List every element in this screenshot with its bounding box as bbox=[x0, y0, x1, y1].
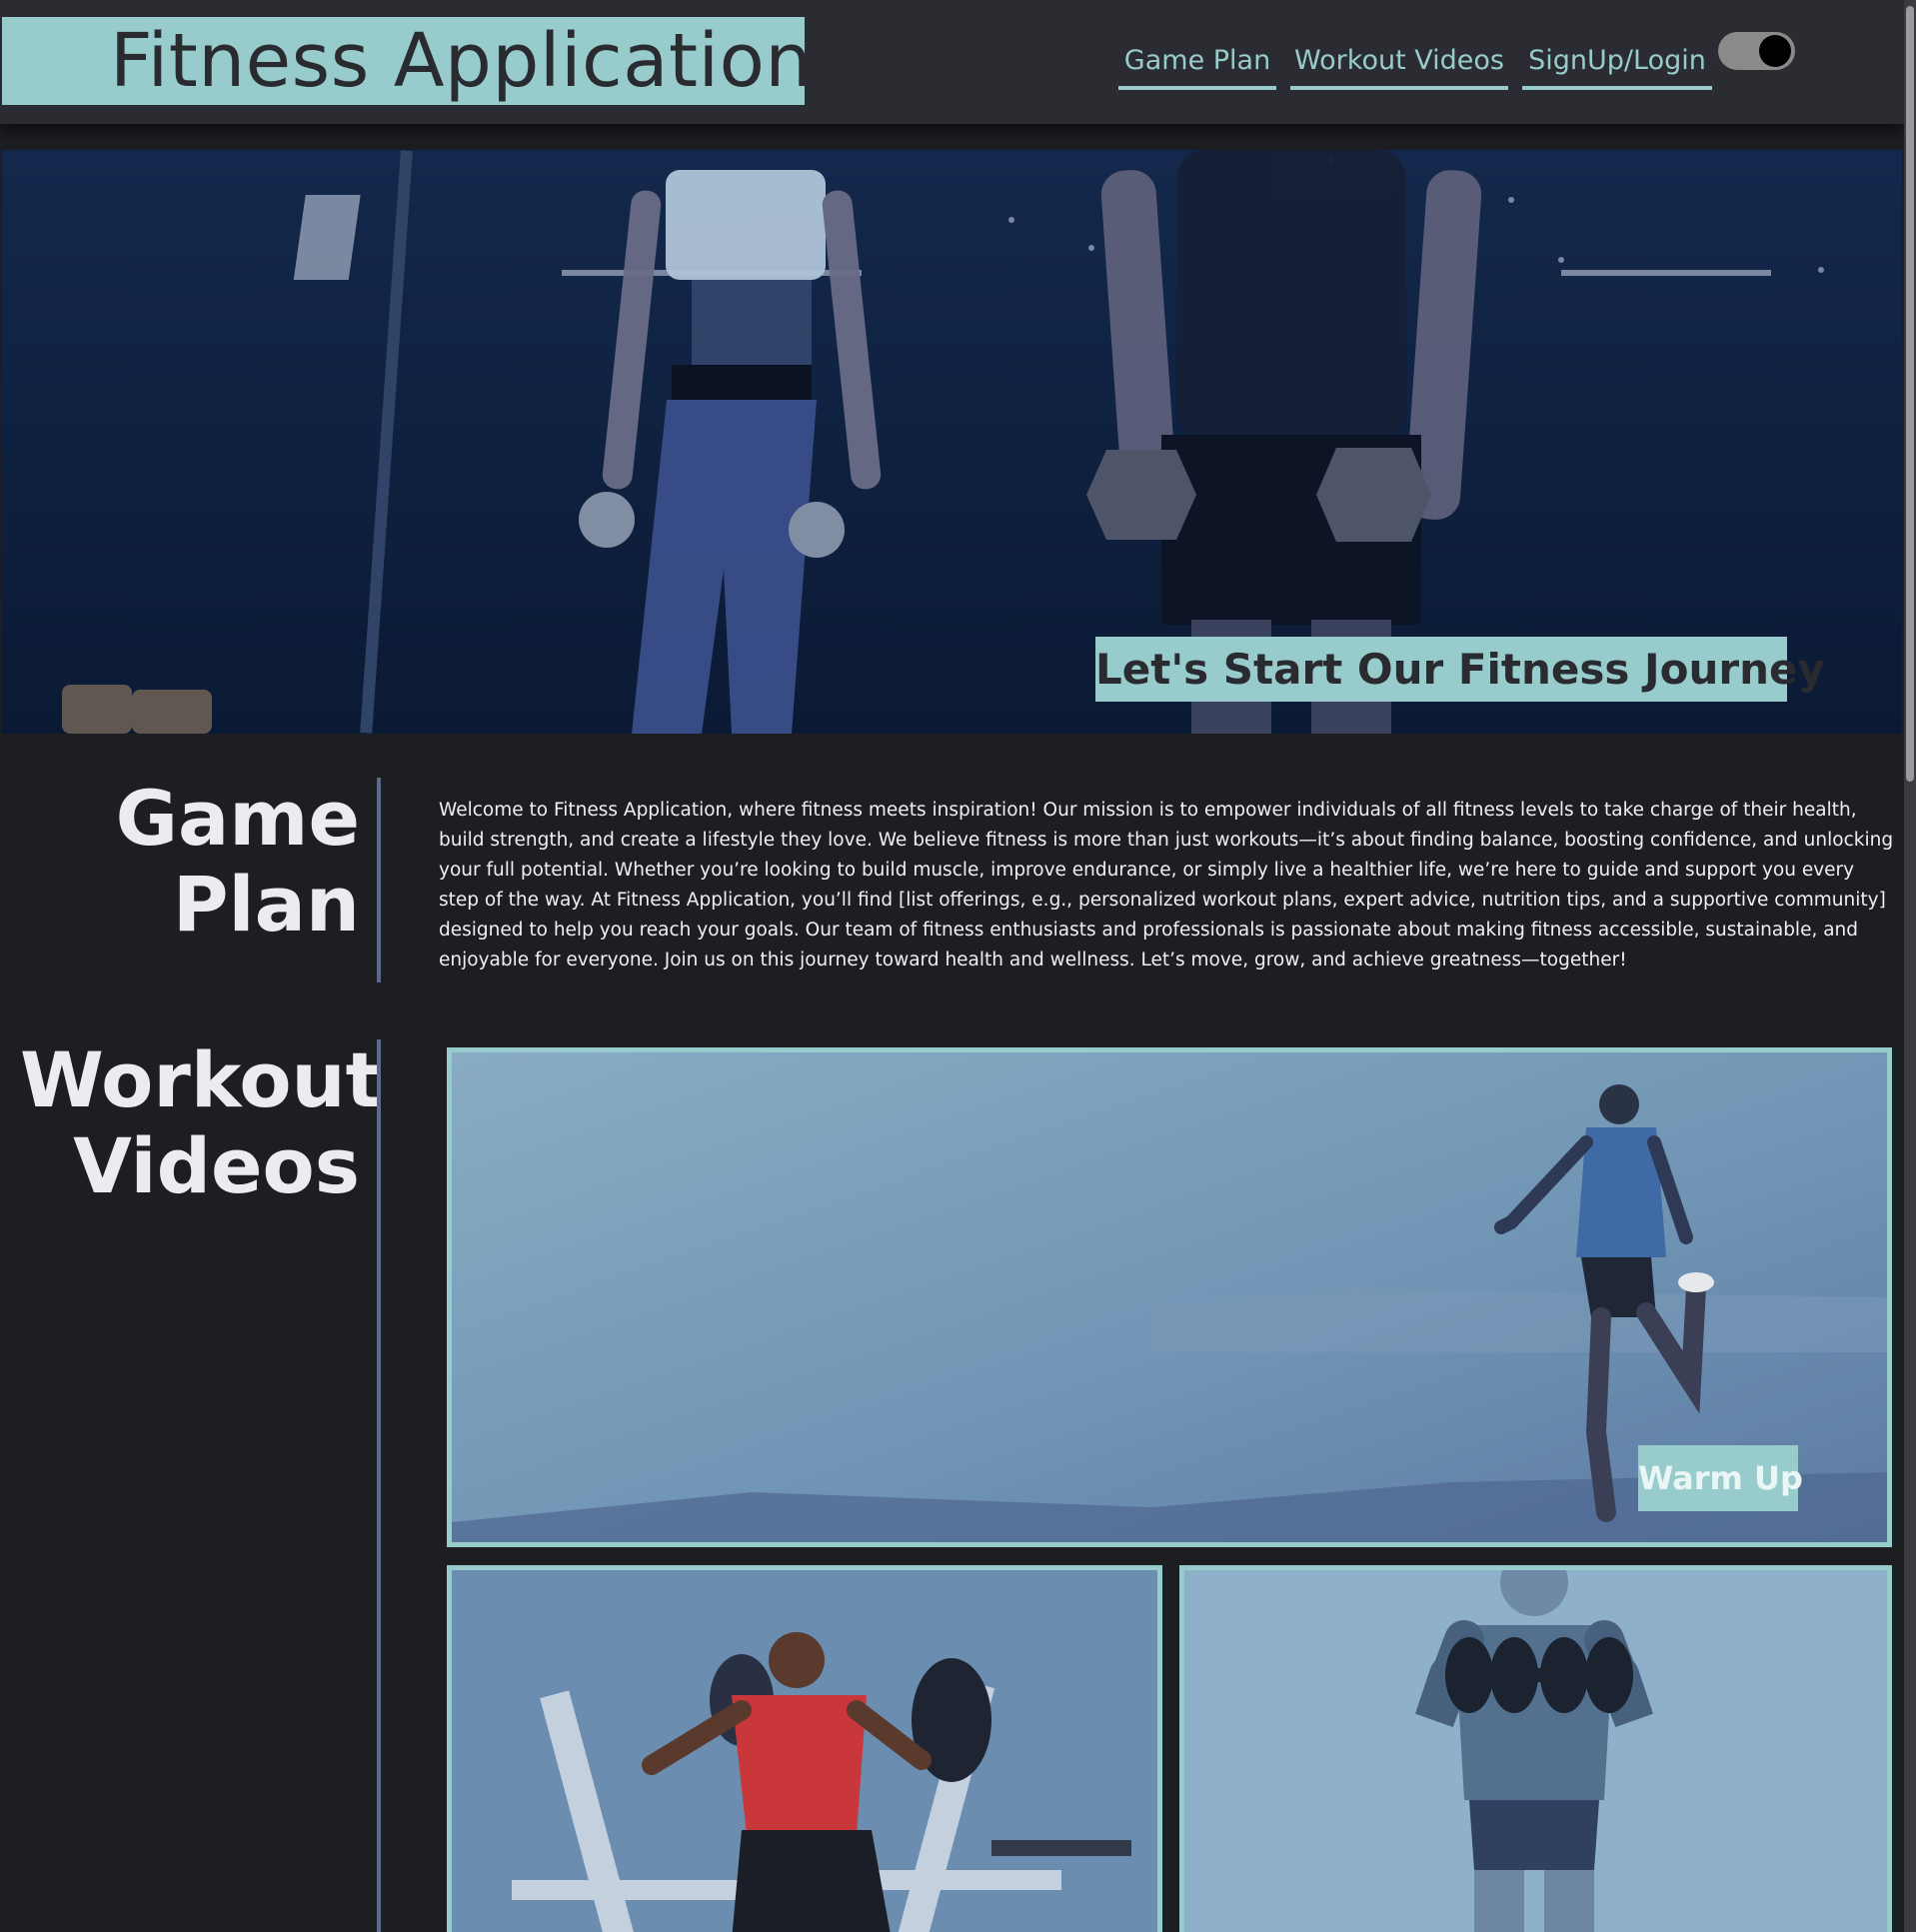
toggle-knob bbox=[1759, 35, 1791, 67]
workout-videos-divider bbox=[377, 1039, 381, 1932]
scrollbar-thumb[interactable] bbox=[1906, 6, 1914, 782]
chest-press-thumbnail bbox=[452, 1570, 1157, 1932]
top-nav: Game Plan Workout Videos SignUp/Login bbox=[0, 36, 1904, 90]
game-plan-divider bbox=[377, 778, 381, 982]
warm-up-label: Warm Up bbox=[1638, 1445, 1803, 1511]
hero-cta: Let's Start Our Fitness Journey bbox=[1095, 637, 1825, 702]
nav-link-workout-videos[interactable]: Workout Videos bbox=[1290, 36, 1508, 90]
page-scrollbar[interactable] bbox=[1904, 0, 1916, 1932]
bicep-curl-thumbnail bbox=[1184, 1570, 1887, 1932]
video-card-chest-press[interactable] bbox=[447, 1565, 1162, 1932]
video-card-warm-up[interactable]: Warm Up bbox=[447, 1047, 1892, 1547]
nav-link-game-plan[interactable]: Game Plan bbox=[1118, 36, 1276, 90]
game-plan-title-line1: Game bbox=[115, 774, 360, 863]
game-plan-title: Game Plan bbox=[60, 776, 360, 948]
workout-videos-title-line1: Workout bbox=[20, 1035, 382, 1124]
app-root: Fitness Application Game Plan Workout Vi… bbox=[0, 0, 1916, 1932]
nav-link-signup-login[interactable]: SignUp/Login bbox=[1522, 36, 1712, 90]
workout-videos-title-line2: Videos bbox=[73, 1121, 360, 1210]
theme-toggle[interactable] bbox=[1718, 32, 1795, 70]
game-plan-text: Welcome to Fitness Application, where fi… bbox=[439, 799, 1894, 970]
workout-videos-title: Workout Videos bbox=[20, 1035, 382, 1210]
game-plan-title-line2: Plan bbox=[172, 860, 360, 949]
top-header: Fitness Application Game Plan Workout Vi… bbox=[0, 0, 1904, 124]
video-card-bicep-curl[interactable] bbox=[1179, 1565, 1892, 1932]
